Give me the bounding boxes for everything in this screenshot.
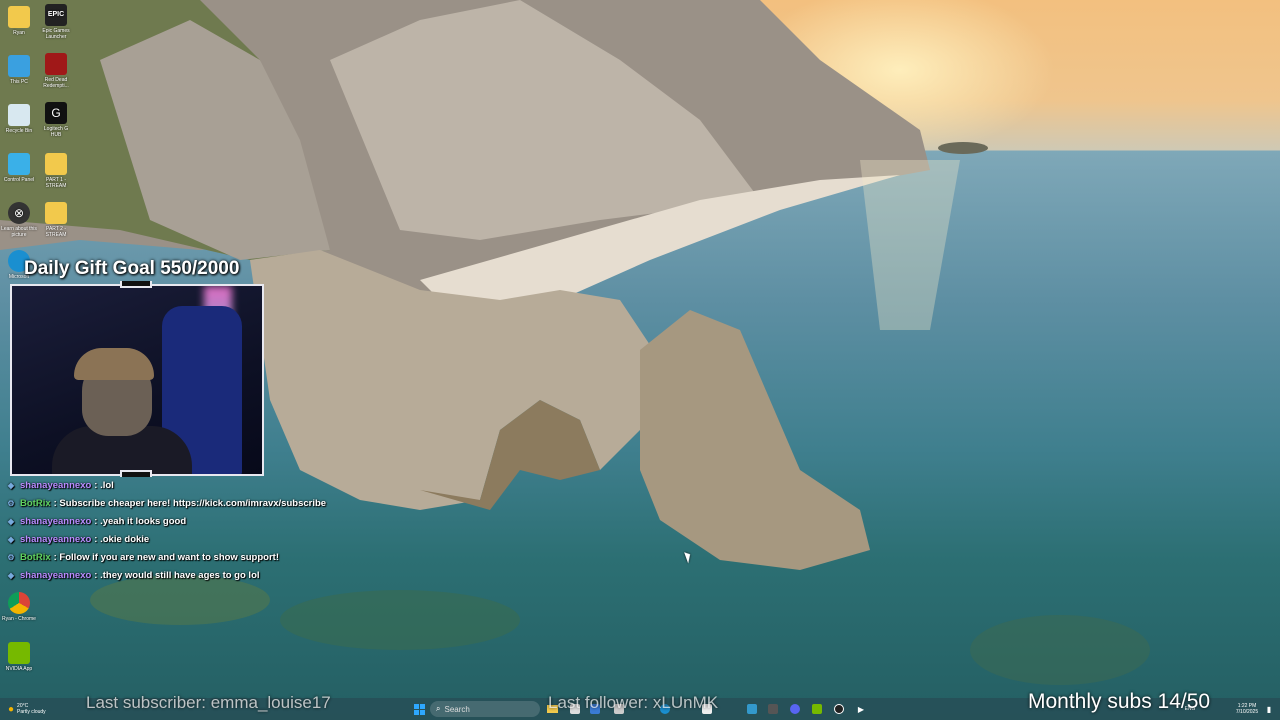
desktop-icon-red-dead[interactable]: Red Dead Redempti... (38, 53, 74, 89)
chat-username: BotRix (20, 551, 51, 563)
webcam-frame (10, 284, 264, 476)
chat-username: shanayeannexo (20, 515, 92, 527)
chat-overlay: ◆ shanayeannexo : .lol ⚙ BotRix : Subscr… (4, 476, 334, 584)
weather-widget[interactable]: ● 20°C Partly cloudy (8, 701, 68, 717)
chat-badge-icon: ◆ (7, 516, 15, 526)
start-button[interactable] (411, 701, 427, 717)
chat-text: : .yeah it looks good (94, 515, 187, 527)
control-panel-icon (8, 153, 30, 175)
taskbar-obs[interactable] (832, 701, 846, 717)
last-follower-text: Last follower: xLUnMK (548, 693, 719, 712)
chat-text: : .okie dokie (94, 533, 150, 545)
chat-badge-icon: ◆ (7, 534, 15, 544)
chat-text: : Follow if you are new and want to show… (53, 551, 279, 563)
chat-badge-icon: ◆ (7, 480, 15, 490)
bell-icon: ▮ (1266, 704, 1272, 714)
chat-message: ◆ shanayeannexo : .lol (4, 476, 334, 494)
chat-username: BotRix (20, 497, 51, 509)
red-dead-icon (45, 53, 67, 75)
nvidia-icon (812, 704, 822, 714)
desktop-icon-this-pc[interactable]: This PC (1, 55, 37, 85)
desktop-icon-ryan[interactable]: Ryan (1, 6, 37, 36)
taskbar-search[interactable]: ⌕ Search (430, 701, 540, 717)
webcam-notch-top (120, 281, 152, 288)
app-icon (747, 704, 757, 714)
desktop-icon-label: Control Panel (3, 177, 35, 183)
chat-username: shanayeannexo (20, 533, 92, 545)
search-icon: ⌕ (436, 704, 441, 713)
chat-text: : Subscribe cheaper here! https://kick.c… (53, 497, 327, 509)
clock-date: 7/10/2025 (1235, 709, 1259, 715)
windows-logo-icon (413, 703, 425, 715)
taskbar-discord[interactable] (788, 701, 802, 717)
chat-message: ◆ shanayeannexo : .okie dokie (4, 530, 334, 548)
desktop-icon-label: Logitech G HUB (43, 126, 69, 138)
desktop-icon-label: NVIDIA App (5, 666, 33, 672)
bot-badge-icon: ⚙ (7, 552, 15, 562)
computer-icon (8, 55, 30, 77)
weather-icon: ● (8, 703, 15, 715)
last-subscriber-text: Last subscriber: emma_louise17 (86, 693, 331, 712)
desktop-icon-control-panel[interactable]: Control Panel (1, 153, 37, 183)
epic-games-icon: EPIC (45, 4, 67, 26)
weather-text: Partly cloudy (17, 709, 46, 715)
chat-message: ⚙ BotRix : Subscribe cheaper here! https… (4, 494, 334, 512)
desktop-icon-recycle-bin[interactable]: Recycle Bin (1, 104, 37, 134)
logitech-icon: G (45, 102, 67, 124)
desktop-icon-label: Epic Games Launcher (42, 28, 70, 40)
gift-goal-text: Daily Gift Goal 550/2000 (24, 258, 240, 279)
discord-icon (790, 704, 800, 714)
desktop-icon-label: Recycle Bin (5, 128, 33, 134)
system-clock[interactable]: 1:22 PM 7/10/2025 (1232, 701, 1262, 717)
desktop-icon-label: PART 2 - STREAM (45, 226, 67, 238)
desktop-icon-logitech[interactable]: G Logitech G HUB (38, 102, 74, 138)
desktop-icon-epic-games[interactable]: EPIC Epic Games Launcher (38, 4, 74, 40)
desktop-icon-part2-stream[interactable]: PART 2 - STREAM (38, 202, 74, 238)
chat-message: ⚙ BotRix : Follow if you are new and wan… (4, 548, 334, 566)
desktop-icon-label: Learn about this picture (1, 226, 37, 238)
monthly-subs-text: Monthly subs 14/50 (1028, 690, 1211, 713)
desktop-icon-nvidia[interactable]: NVIDIA App (1, 642, 37, 672)
recycle-bin-icon (8, 104, 30, 126)
webcam-person-cap (74, 348, 154, 380)
desktop-icon-label: Ryan - Chrome (2, 616, 36, 622)
chat-username: shanayeannexo (20, 479, 92, 491)
folder-icon (45, 153, 67, 175)
notification-icon[interactable]: ▮ (1263, 701, 1275, 717)
folder-icon (45, 202, 67, 224)
bot-badge-icon: ⚙ (7, 498, 15, 508)
search-placeholder: Search (444, 704, 470, 714)
taskbar-app[interactable] (766, 701, 780, 717)
app-icon (768, 704, 778, 714)
taskbar-app[interactable] (745, 701, 759, 717)
chat-text: : .they would still have ages to go lol (94, 569, 260, 581)
chat-username: shanayeannexo (20, 569, 92, 581)
desktop-icon-label: Ryan (13, 30, 25, 36)
chat-text: : .lol (94, 479, 114, 491)
desktop-icon-label: PART 1 - STREAM (45, 177, 67, 189)
play-icon: ▶ (857, 704, 865, 714)
obs-icon (834, 704, 844, 714)
chrome-icon (8, 592, 30, 614)
camera-icon: ⊗ (8, 202, 30, 224)
nvidia-icon (8, 642, 30, 664)
taskbar-media[interactable]: ▶ (854, 701, 868, 717)
desktop-icon-part1-stream[interactable]: PART 1 - STREAM (38, 153, 74, 189)
desktop-icon-learn-picture[interactable]: ⊗ Learn about this picture (1, 202, 37, 238)
folder-icon (8, 6, 30, 28)
desktop-icon-label: This PC (10, 79, 28, 85)
chat-badge-icon: ◆ (7, 570, 15, 580)
chat-message: ◆ shanayeannexo : .they would still have… (4, 566, 334, 584)
desktop-icon-chrome[interactable]: Ryan - Chrome (1, 592, 37, 622)
chat-message: ◆ shanayeannexo : .yeah it looks good (4, 512, 334, 530)
desktop-icon-label: Red Dead Redempti... (43, 77, 69, 89)
taskbar-nvidia[interactable] (810, 701, 824, 717)
